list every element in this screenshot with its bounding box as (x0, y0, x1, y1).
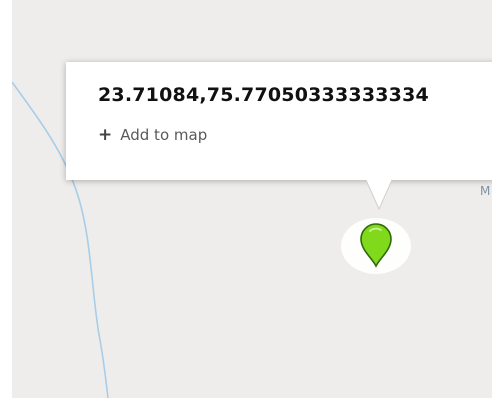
location-popup: 23.71084,75.77050333333334 + Add to map (66, 62, 492, 180)
map-label: M (480, 184, 491, 198)
page: M 23.71084,75.77050333333334 + Add to ma… (0, 0, 492, 405)
river-line (12, 81, 109, 398)
add-to-map-label: Add to map (120, 126, 208, 144)
plus-icon: + (98, 124, 113, 145)
map-canvas[interactable]: M (12, 0, 492, 398)
popup-pointer (365, 179, 393, 211)
popup-coordinates: 23.71084,75.77050333333334 (98, 84, 429, 106)
map-pin-icon[interactable] (340, 216, 412, 276)
add-to-map-button[interactable]: + Add to map (98, 126, 492, 144)
